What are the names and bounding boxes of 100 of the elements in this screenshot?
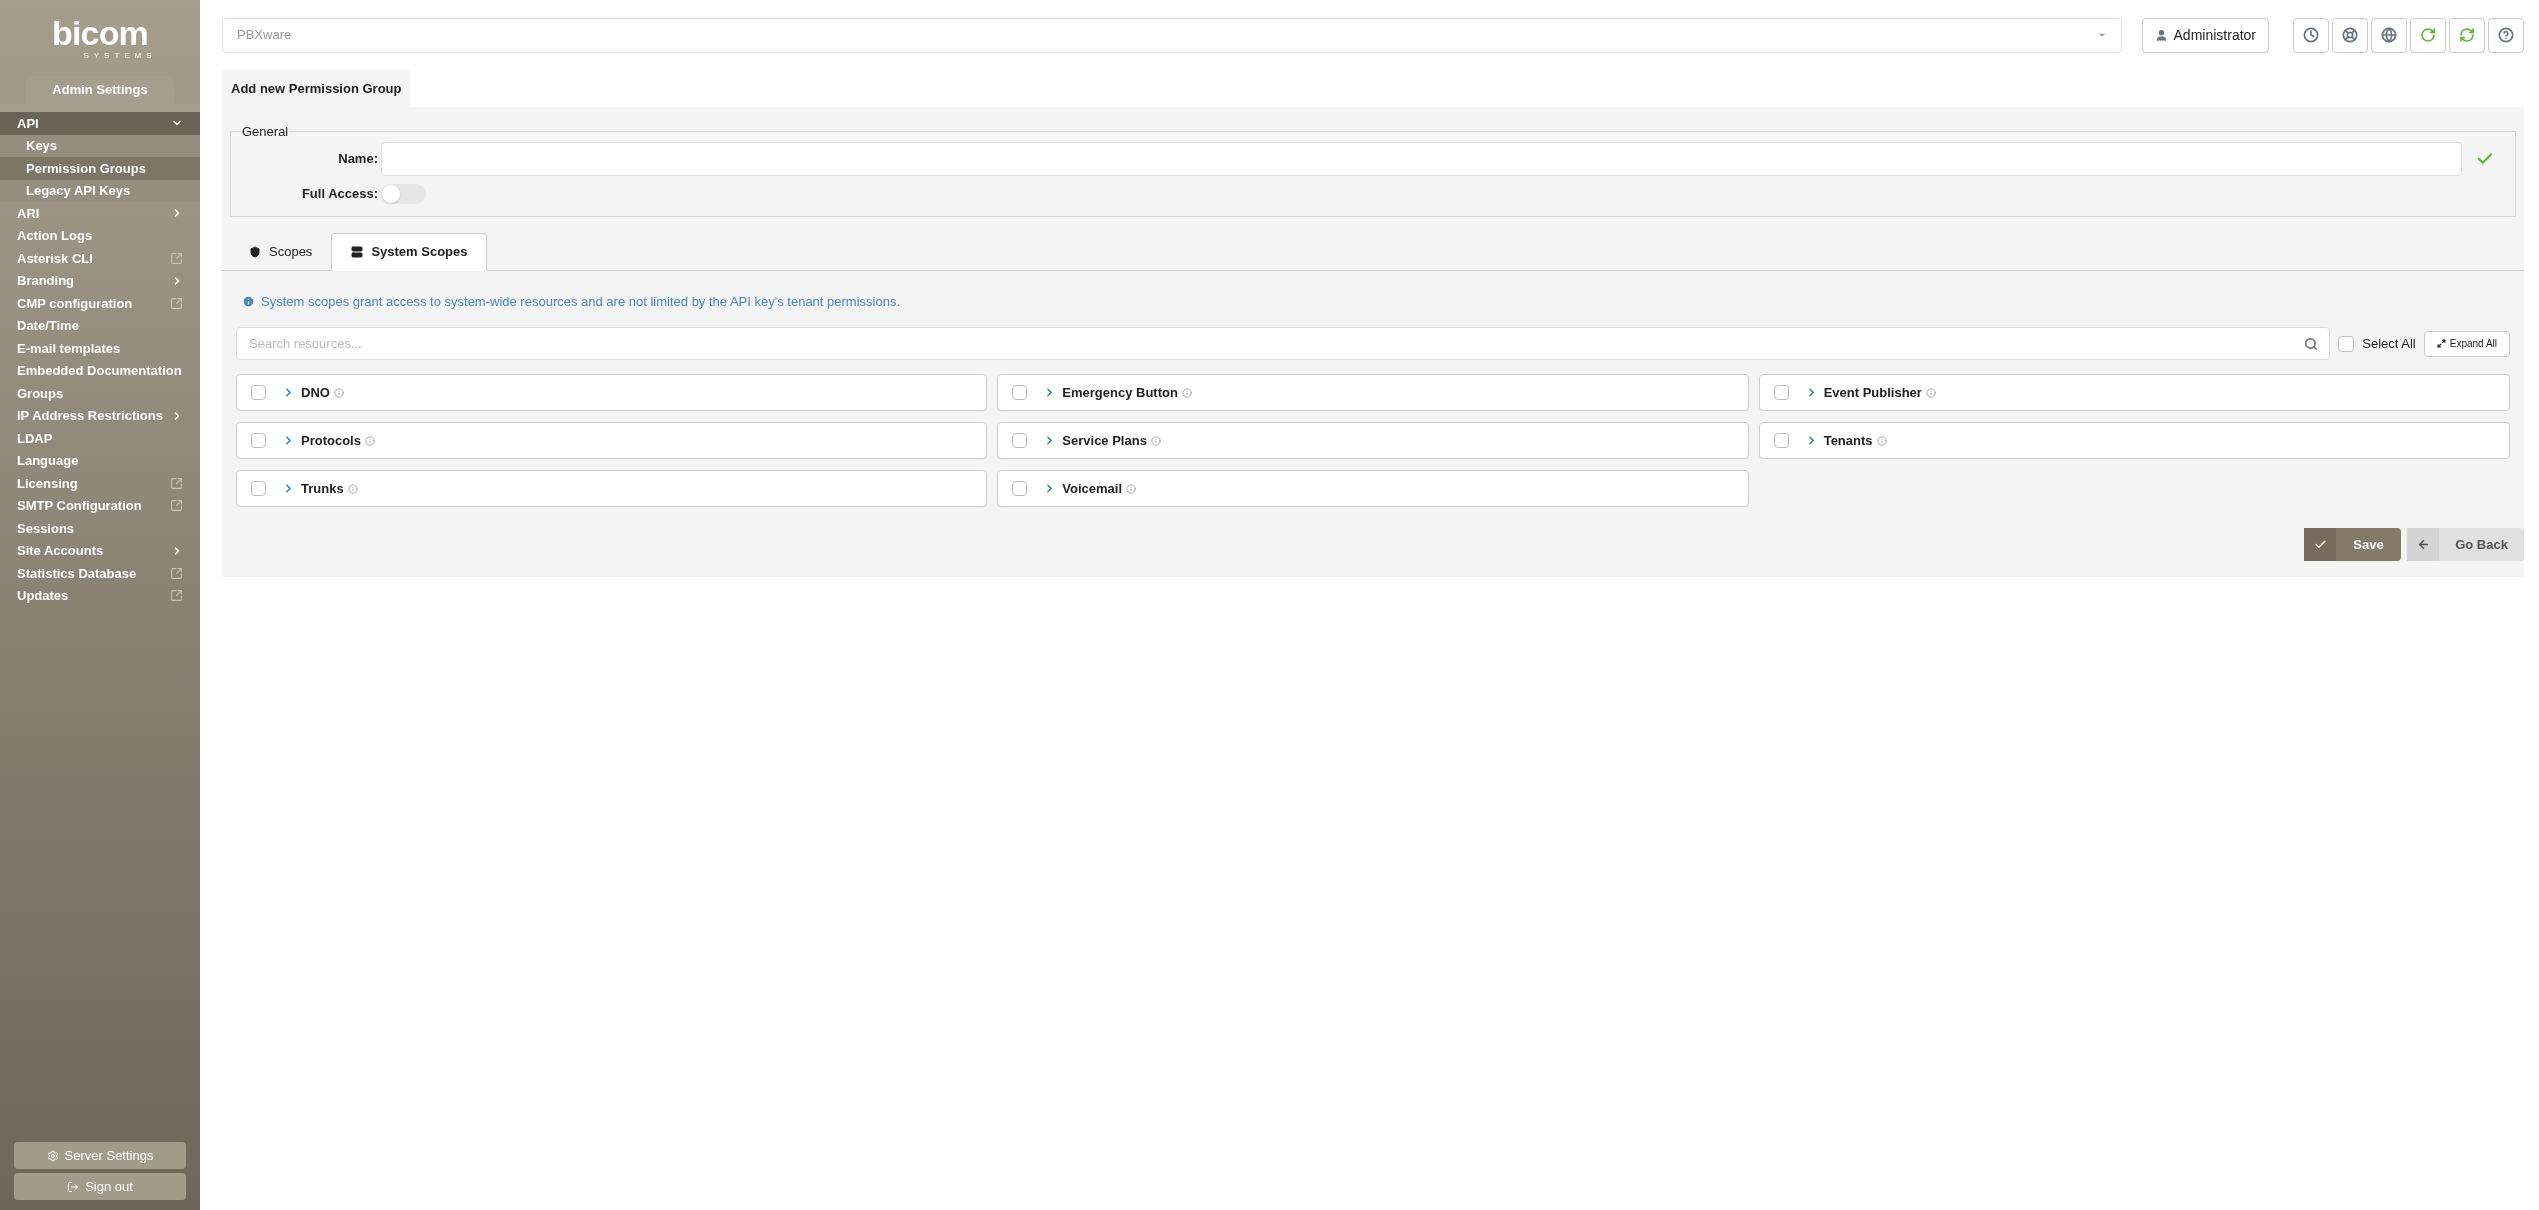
resource-card[interactable]: Service Plans [997, 422, 1749, 459]
field-label: Name: [337, 149, 378, 168]
external-link-icon [170, 589, 183, 603]
sidebar-item[interactable]: Branding [0, 269, 200, 292]
arrow-left-icon [2416, 538, 2430, 551]
resource-name: Event Publisher [1823, 383, 1922, 402]
sync-icon [2459, 27, 2475, 43]
resource-card[interactable]: DNO [236, 374, 988, 411]
sidebar-item[interactable]: IP Address Restrictions [0, 404, 200, 427]
sidebar-item[interactable]: Language [0, 449, 200, 472]
resource-card[interactable]: Event Publisher [1758, 374, 2510, 411]
sign-out-button[interactable]: Sign out [14, 1173, 186, 1200]
resource-checkbox[interactable] [1773, 433, 1789, 448]
info-icon [347, 483, 358, 494]
lifebuoy-button[interactable] [2332, 17, 2368, 53]
scope-tab[interactable]: Scopes [230, 232, 332, 271]
external-link-icon [170, 566, 183, 580]
resource-checkbox[interactable] [1012, 385, 1028, 400]
sidebar-item[interactable]: LDAP [0, 427, 200, 450]
resource-card[interactable]: Tenants [1758, 422, 2510, 459]
resource-checkbox[interactable] [251, 385, 266, 400]
logo-tagline: SYSTEMS [83, 50, 157, 62]
external-link-icon [170, 296, 183, 310]
sidebar-item[interactable]: API [0, 112, 200, 135]
info-icon [364, 435, 375, 446]
field-label: Full Access: [300, 184, 378, 203]
info-icon [1150, 435, 1161, 446]
resource-name: Tenants [1823, 431, 1873, 450]
sidebar-item[interactable]: Embedded Documentation [0, 359, 200, 382]
sidebar-item[interactable]: E-mail templates [0, 337, 200, 360]
go-back-button[interactable]: Go Back [2407, 528, 2524, 561]
sidebar-item[interactable]: SMTP Configuration [0, 494, 200, 517]
name-input[interactable] [381, 141, 2462, 176]
select-all-checkbox[interactable] [2338, 335, 2355, 352]
sidebar-item[interactable]: Groups [0, 382, 200, 405]
sidebar-item[interactable]: Date/Time [0, 314, 200, 337]
info-icon [242, 294, 255, 308]
sidebar-item[interactable]: Sessions [0, 517, 200, 540]
sidebar-subitem[interactable]: Permission Groups [0, 157, 200, 180]
info-text: System scopes grant access to system-wide resources and are not limited by the API key's tenant permissions. [261, 292, 901, 311]
resource-name: Emergency Button [1062, 383, 1178, 402]
lifebuoy-icon [2342, 27, 2358, 43]
globe-button[interactable] [2371, 17, 2407, 53]
resource-card[interactable]: Emergency Button [997, 374, 1749, 411]
resource-checkbox[interactable] [1773, 385, 1789, 400]
resource-name: Service Plans [1062, 431, 1147, 450]
globe-icon [2381, 27, 2397, 43]
info-icon [1126, 483, 1137, 494]
resource-name: Voicemail [1062, 479, 1123, 498]
server-select[interactable]: PBXware [222, 17, 2122, 53]
info-icon [333, 387, 344, 398]
info-icon [1181, 387, 1192, 398]
select-all-label: Select All [2362, 334, 2416, 353]
sidebar-item[interactable]: Asterisk CLI [0, 247, 200, 270]
reload-icon [2420, 27, 2436, 43]
search-icon [2304, 337, 2319, 351]
resource-checkbox[interactable] [1012, 481, 1028, 496]
external-link-icon [170, 476, 183, 490]
full-access-toggle[interactable] [381, 183, 426, 204]
user-button[interactable]: Administrator [2141, 17, 2269, 53]
page-tab[interactable]: Add new Permission Group [222, 70, 411, 107]
sign-out-icon [67, 1180, 80, 1193]
shield-icon [249, 245, 261, 258]
server-icon [351, 245, 364, 258]
fieldset-legend: General [241, 122, 290, 142]
sidebar-item[interactable]: Site Accounts [0, 539, 200, 562]
sidebar-item[interactable]: Action Logs [0, 224, 200, 247]
resource-checkbox[interactable] [1012, 433, 1028, 448]
info-icon [1876, 435, 1887, 446]
sidebar-item[interactable]: Statistics Database [0, 562, 200, 585]
expand-icon [2436, 339, 2446, 348]
sidebar-subitem[interactable]: Keys [0, 134, 200, 157]
help-icon [2498, 27, 2514, 43]
sidebar-subitem[interactable]: Legacy API Keys [0, 179, 200, 202]
resource-card[interactable]: Voicemail [997, 470, 1749, 507]
resource-checkbox[interactable] [251, 481, 266, 496]
external-link-icon [170, 251, 183, 265]
user-icon [2154, 28, 2168, 42]
resource-name: Protocols [301, 431, 361, 450]
server-settings-button[interactable]: Server Settings [14, 1142, 186, 1169]
expand-all-button[interactable]: Expand All [2423, 330, 2510, 357]
resource-name: DNO [301, 383, 330, 402]
resource-checkbox[interactable] [251, 433, 266, 448]
sidebar-item[interactable]: ARI [0, 202, 200, 225]
search-field[interactable]: Search resources... [236, 327, 2331, 360]
sidebar-item[interactable]: Updates [0, 584, 200, 607]
logo-wordmark: bicom [52, 16, 148, 50]
help-button[interactable] [2488, 17, 2524, 53]
save-button[interactable]: Save [2304, 528, 2401, 561]
external-link-icon [170, 499, 183, 513]
clock-button[interactable] [2293, 17, 2329, 53]
scope-tab[interactable]: System Scopes [331, 232, 488, 271]
resource-card[interactable]: Trunks [236, 470, 988, 507]
reload-button[interactable] [2410, 17, 2446, 53]
sidebar-item[interactable]: CMP configuration [0, 292, 200, 315]
sync-button[interactable] [2449, 17, 2485, 53]
info-icon [1925, 387, 1936, 398]
sidebar-item[interactable]: Licensing [0, 472, 200, 495]
settings-icon [46, 1149, 59, 1162]
resource-card[interactable]: Protocols [236, 422, 988, 459]
